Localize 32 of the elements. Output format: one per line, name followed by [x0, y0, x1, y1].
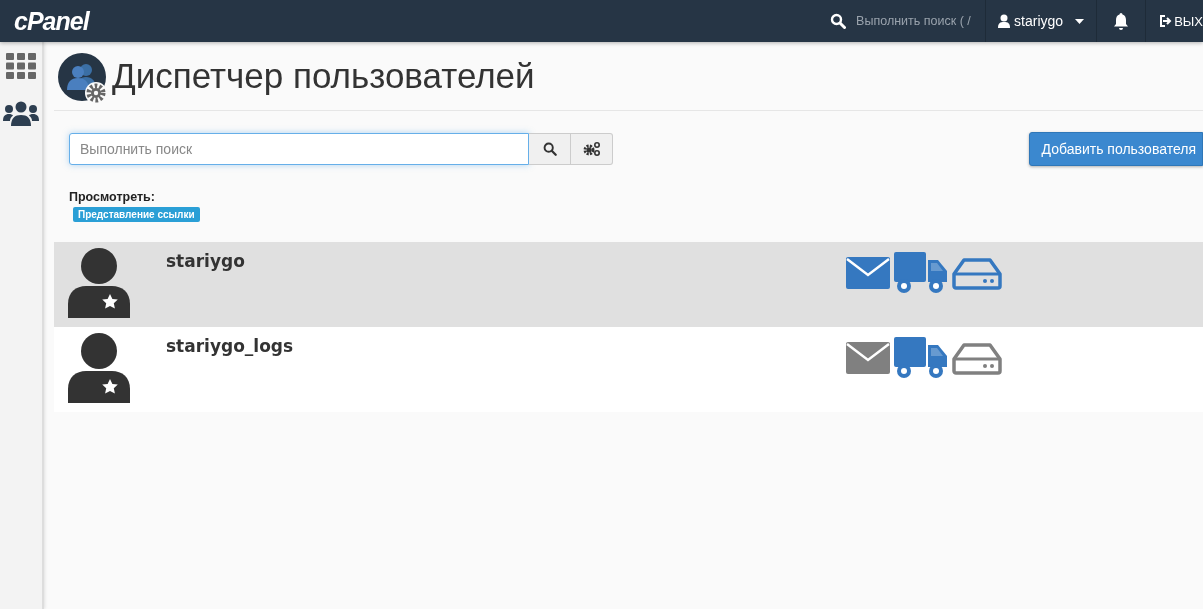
- gears-icon: [582, 142, 601, 156]
- envelope-icon[interactable]: [846, 341, 890, 375]
- drive-icon[interactable]: [952, 258, 1002, 290]
- add-user-button[interactable]: Добавить пользователя: [1028, 132, 1203, 166]
- logout-icon: [1159, 15, 1173, 27]
- envelope-icon[interactable]: [846, 256, 890, 290]
- top-search-field[interactable]: Выполнить поиск ( /: [854, 13, 974, 29]
- drive-icon[interactable]: [952, 343, 1002, 375]
- caret-icon: [1075, 18, 1085, 24]
- grid-icon[interactable]: [6, 53, 36, 79]
- user-menu[interactable]: stariygo: [985, 0, 1098, 42]
- user-avatar-icon: [68, 248, 130, 318]
- search-button[interactable]: [529, 133, 571, 165]
- truck-icon[interactable]: [894, 337, 948, 379]
- search-icon: [830, 13, 847, 29]
- cpanel-logo[interactable]: cPanel: [14, 6, 89, 36]
- settings-button[interactable]: [571, 133, 613, 165]
- user-row[interactable]: stariygo: [54, 242, 1203, 327]
- truck-icon[interactable]: [894, 252, 948, 294]
- users-icon[interactable]: [3, 101, 39, 126]
- user-row[interactable]: stariygo_logs: [54, 327, 1203, 412]
- username: stariygo_logs: [166, 336, 295, 356]
- page-title: Диспетчер пользователей: [112, 56, 535, 96]
- view-label: Просмотреть:: [69, 190, 156, 204]
- user-icon: [998, 14, 1011, 28]
- user-avatar-icon: [68, 333, 130, 403]
- bell-icon[interactable]: [1113, 12, 1130, 30]
- logout-link[interactable]: ВЫХ: [1146, 13, 1203, 29]
- username: stariygo: [166, 251, 246, 271]
- search-icon: [542, 142, 557, 156]
- user-manager-icon: [58, 53, 108, 105]
- search-field[interactable]: Выполнить поиск: [69, 133, 529, 165]
